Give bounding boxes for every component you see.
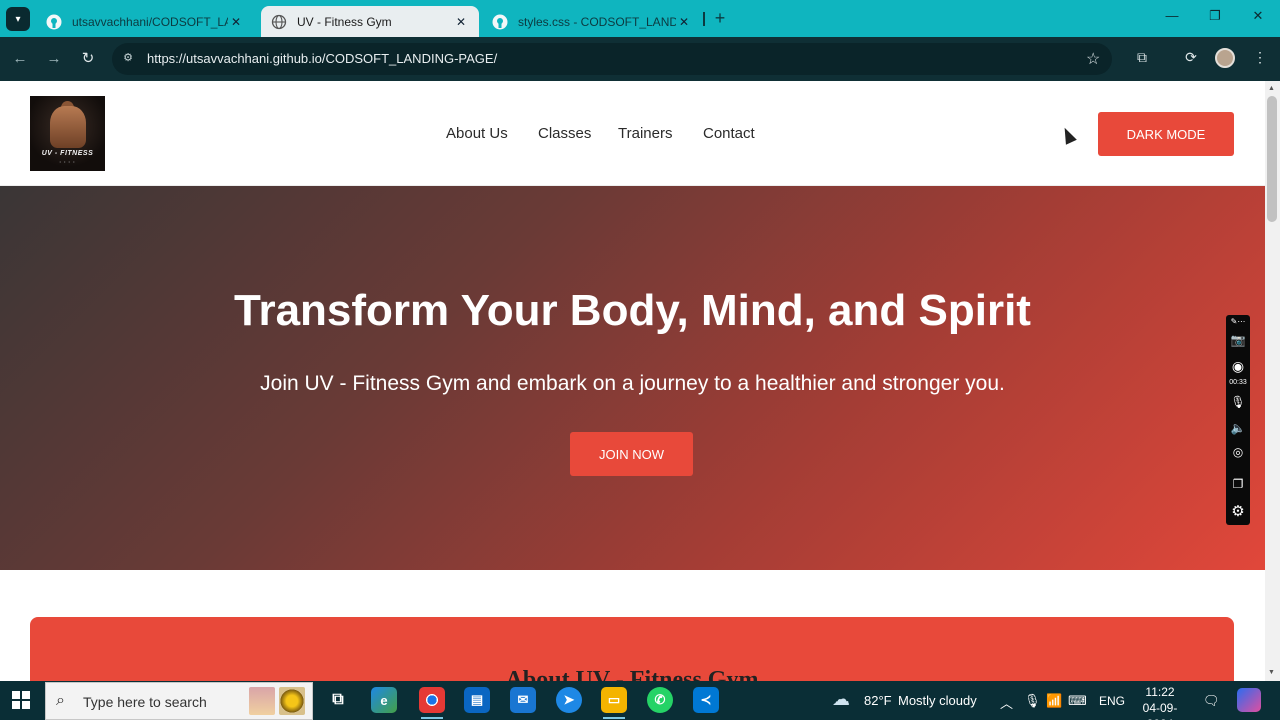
reload-icon[interactable]: ↻ [76, 47, 100, 71]
record-icon[interactable]: ◉ [1226, 358, 1250, 375]
weather-temp[interactable]: 82°F [864, 693, 892, 708]
windows-taskbar: ⌕ Type here to search ⧉ e ▤ ✉ ➤ ▭ ✆ ≺ ☁ … [0, 681, 1280, 720]
logo-subtext: • • • • [59, 159, 76, 164]
browser-toolbar: ← → ↻ ⚙ https://utsavvachhani.github.io/… [0, 37, 1280, 81]
site-settings-icon[interactable]: ⚙ [120, 51, 136, 67]
weather-cloud-icon[interactable]: ☁ [832, 689, 850, 710]
hero-section: Transform Your Body, Mind, and Spirit Jo… [0, 186, 1265, 570]
search-highlight-image[interactable] [249, 687, 275, 715]
screen-recorder-toolbar: ✎⋯ 📷 ◉ 00:33 🎙 🔈 ◎ ❐ ⚙ [1226, 315, 1250, 525]
tab-title: UV - Fitness Gym [297, 14, 392, 29]
microsoft-store-icon[interactable]: ▤ [464, 687, 490, 713]
recording-timer: 00:33 [1229, 379, 1247, 386]
bookmark-star-icon[interactable]: ☆ [1086, 49, 1100, 69]
logo-text: UV - FITNESS [41, 150, 94, 157]
active-app-indicator [421, 717, 443, 719]
close-window-icon[interactable]: ✕ [1248, 8, 1268, 24]
nav-about-us[interactable]: About Us [446, 125, 508, 142]
taskbar-search-box[interactable]: ⌕ Type here to search [45, 682, 313, 720]
tray-chevron-up-icon[interactable]: ︿ [1000, 693, 1013, 712]
scrollbar-thumb[interactable] [1267, 96, 1277, 222]
search-placeholder: Type here to search [83, 694, 207, 710]
mail-icon[interactable]: ✉ [510, 687, 536, 713]
file-explorer-icon[interactable]: ▭ [601, 687, 627, 713]
network-icon[interactable]: 📶 [1046, 693, 1062, 709]
recorder-pin-icon[interactable]: ✎⋯ [1226, 317, 1250, 326]
logo-figure [50, 106, 86, 148]
window-icon[interactable]: ❐ [1226, 477, 1250, 491]
performance-icon[interactable]: ⟳ [1180, 49, 1202, 66]
extensions-icon[interactable]: ⧉ [1131, 49, 1153, 66]
keyboard-icon[interactable]: ⌨ [1068, 693, 1087, 709]
more-menu-icon[interactable]: ⋮ [1249, 49, 1271, 66]
clock-time: 11:22 [1145, 685, 1175, 699]
nav-trainers[interactable]: Trainers [618, 125, 672, 142]
globe-icon [271, 14, 287, 30]
mouse-cursor-icon [1059, 125, 1077, 145]
close-tab-icon[interactable]: ✕ [453, 15, 469, 29]
search-icon: ⌕ [56, 692, 65, 709]
active-app-indicator [603, 717, 625, 719]
github-icon [492, 14, 508, 30]
join-now-button[interactable]: JOIN NOW [570, 432, 693, 476]
chrome-icon[interactable] [419, 687, 445, 713]
weather-condition[interactable]: Mostly cloudy [898, 693, 977, 708]
profile-avatar[interactable] [1215, 48, 1235, 68]
windows-start-icon[interactable] [12, 691, 30, 709]
camera-icon[interactable]: 📷 [1226, 333, 1250, 347]
nav-classes[interactable]: Classes [538, 125, 591, 142]
sunflower-image[interactable] [279, 687, 305, 715]
github-icon [46, 14, 62, 30]
browser-tab-2[interactable]: UV - Fitness Gym ✕ [261, 6, 479, 37]
tab-divider [703, 12, 705, 26]
clock-date: 04-09-2024 [1142, 701, 1178, 720]
browser-compass-icon[interactable]: ➤ [556, 687, 582, 713]
settings-gear-icon[interactable]: ⚙ [1226, 502, 1250, 520]
vscode-icon[interactable]: ≺ [693, 687, 719, 713]
browser-tab-1[interactable]: utsavvachhani/CODSOFT_LAND ✕ [36, 6, 254, 37]
microphone-icon[interactable]: 🎙 [1226, 395, 1250, 409]
speaker-icon[interactable]: 🔈 [1226, 421, 1250, 435]
scroll-up-icon[interactable]: ▲ [1268, 85, 1275, 92]
microphone-tray-icon[interactable]: 🎙 [1024, 693, 1041, 709]
back-arrow-icon[interactable]: ← [8, 47, 32, 71]
tab-title: utsavvachhani/CODSOFT_LAND [72, 14, 228, 29]
about-section: About UV - Fitness Gym [30, 617, 1234, 681]
address-bar[interactable]: ⚙ https://utsavvachhani.github.io/CODSOF… [112, 43, 1112, 75]
restore-icon[interactable]: ❐ [1205, 8, 1225, 24]
whatsapp-icon[interactable]: ✆ [647, 687, 673, 713]
about-title: About UV - Fitness Gym [505, 667, 759, 681]
site-logo[interactable]: UV - FITNESS • • • • [30, 96, 105, 171]
scroll-down-icon[interactable]: ▼ [1268, 669, 1275, 676]
tab-title: styles.css - CODSOFT_LANDING [518, 14, 676, 29]
notifications-icon[interactable]: 🗨 [1203, 693, 1220, 709]
tab-search-menu-button[interactable]: ▾ [6, 7, 30, 31]
browser-tab-3[interactable]: styles.css - CODSOFT_LANDING ✕ [482, 6, 702, 37]
task-view-icon[interactable]: ⧉ [325, 687, 351, 713]
nav-contact[interactable]: Contact [703, 125, 755, 142]
dark-mode-button[interactable]: DARK MODE [1098, 112, 1234, 156]
copilot-icon[interactable] [1237, 688, 1261, 712]
close-tab-icon[interactable]: ✕ [228, 15, 244, 29]
system-clock[interactable]: 11:22 04-09-2024 [1133, 684, 1187, 720]
new-tab-button[interactable]: + [710, 8, 730, 29]
browser-tabstrip: ▾ utsavvachhani/CODSOFT_LAND ✕ UV - Fitn… [0, 0, 1280, 37]
webcam-icon[interactable]: ◎ [1226, 445, 1250, 459]
url-text[interactable]: https://utsavvachhani.github.io/CODSOFT_… [147, 51, 497, 66]
close-tab-icon[interactable]: ✕ [676, 15, 692, 29]
language-indicator[interactable]: ENG [1099, 694, 1125, 708]
forward-arrow-icon[interactable]: → [42, 47, 66, 71]
minimize-icon[interactable]: — [1162, 8, 1182, 23]
hero-title: Transform Your Body, Mind, and Spirit [234, 286, 1031, 335]
edge-icon[interactable]: e [371, 687, 397, 713]
site-header: UV - FITNESS • • • • About Us Classes Tr… [0, 81, 1265, 186]
web-page: UV - FITNESS • • • • About Us Classes Tr… [0, 81, 1265, 681]
hero-subtitle: Join UV - Fitness Gym and embark on a jo… [260, 372, 1005, 395]
